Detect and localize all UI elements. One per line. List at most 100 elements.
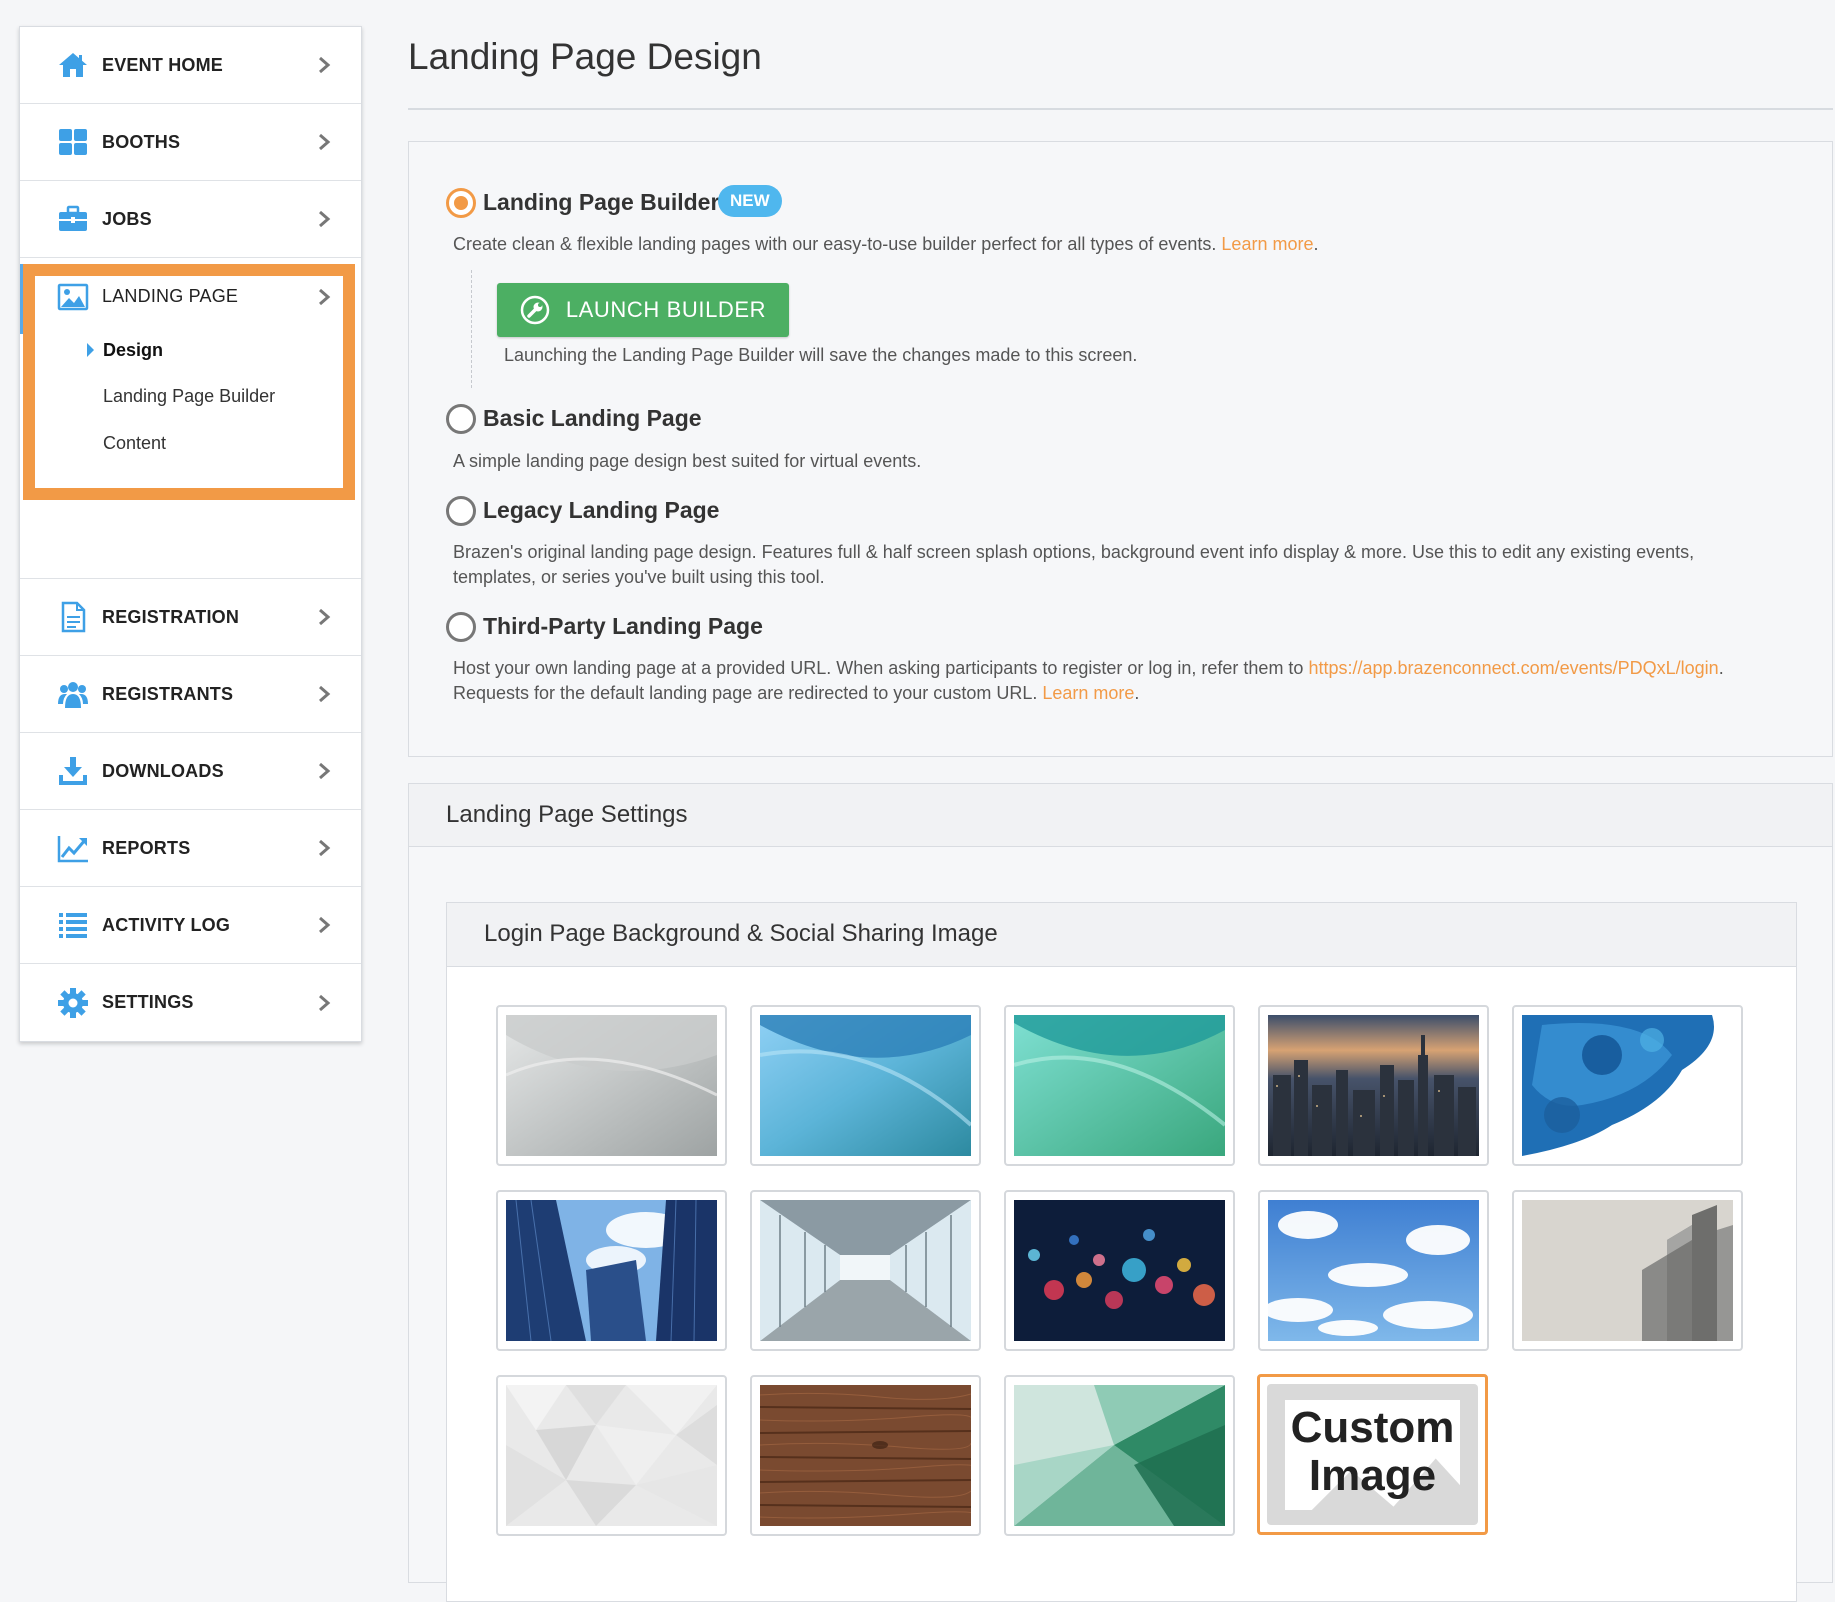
sidebar-item-registration[interactable]: REGISTRATION (20, 579, 361, 656)
sidebar-group-landing-page: LANDING PAGE Design Landing Page Builder… (20, 258, 361, 579)
sidebar-item-reports[interactable]: REPORTS (20, 810, 361, 887)
landing-type-options-panel: Landing Page Builder NEW Create clean & … (408, 141, 1833, 757)
sidebar-item-label: REGISTRATION (102, 606, 240, 627)
background-option-blue-swoosh[interactable] (750, 1005, 981, 1166)
custom-label-line: Custom (1290, 1403, 1455, 1452)
chevron-right-icon (319, 916, 331, 934)
sidebar-item-settings[interactable]: SETTINGS (20, 964, 361, 1041)
background-image-title: Login Page Background & Social Sharing I… (484, 920, 998, 947)
document-icon (56, 600, 90, 634)
sidebar-item-registrants[interactable]: REGISTRANTS (20, 656, 361, 733)
desc-line: templates, or series you've built using … (453, 567, 825, 587)
launch-note: Launching the Landing Page Builder will … (504, 345, 1138, 365)
background-image-panel: Login Page Background & Social Sharing I… (446, 902, 1797, 1602)
background-preview (506, 1385, 717, 1526)
highlight-box (23, 264, 355, 500)
sidebar-item-label: SETTINGS (102, 992, 194, 1012)
new-badge: NEW (718, 185, 782, 217)
custom-image-card: Custom Image (1285, 1400, 1460, 1510)
chart-icon (56, 831, 90, 865)
sidebar-item-label: EVENT HOME (102, 54, 224, 75)
chevron-right-icon (319, 133, 331, 151)
option-desc-basic: A simple landing page design best suited… (453, 451, 922, 471)
background-option-custom-image[interactable]: Custom Image (1257, 1374, 1488, 1535)
download-icon (56, 754, 90, 788)
users-icon (56, 677, 90, 711)
option-title-legacy: Legacy Landing Page (483, 497, 720, 523)
sidebar-item-label: JOBS (102, 208, 152, 229)
background-option-gray-architecture[interactable] (1512, 1190, 1743, 1351)
radio-basic-landing-page[interactable] (446, 404, 476, 434)
background-preview (1014, 1015, 1225, 1156)
desc-punct: . (1134, 683, 1140, 703)
launch-builder-button[interactable]: LAUNCH BUILDER (497, 283, 789, 337)
home-icon (56, 48, 90, 82)
option-desc-builder: Create clean & flexible landing pages wi… (453, 232, 1319, 257)
background-preview (1522, 1015, 1733, 1156)
divider (408, 108, 1833, 110)
background-option-glass-corridor[interactable] (750, 1190, 981, 1351)
desc-text: Host your own landing page at a provided… (453, 658, 1309, 678)
list-icon (56, 908, 90, 942)
background-option-city-skyline[interactable] (1258, 1005, 1489, 1166)
launch-builder-label: LAUNCH BUILDER (565, 297, 767, 322)
learn-more-link[interactable]: Learn more (1221, 234, 1313, 254)
custom-image-placeholder: Custom Image (1267, 1384, 1478, 1525)
indent-guide (471, 270, 472, 388)
desc-text: Requests for the default landing page ar… (453, 683, 1043, 703)
background-image-header: Login Page Background & Social Sharing I… (447, 903, 1796, 967)
background-preview (760, 1015, 971, 1156)
background-preview (506, 1200, 717, 1341)
radio-third-party-landing-page[interactable] (446, 612, 476, 642)
background-preview (760, 1385, 971, 1526)
sidebar-item-activity-log[interactable]: ACTIVITY LOG (20, 887, 361, 964)
event-login-url-link[interactable]: https://app.brazenconnect.com/events/PDQ… (1308, 658, 1718, 678)
background-option-white-polygon[interactable] (496, 1375, 727, 1536)
sidebar-item-jobs[interactable]: JOBS (20, 181, 361, 258)
sidebar-item-label: BOOTHS (102, 131, 181, 152)
wrench-icon (520, 295, 550, 325)
settings-title: Landing Page Settings (446, 801, 688, 828)
radio-legacy-landing-page[interactable] (446, 496, 476, 526)
chevron-right-icon (319, 210, 331, 228)
gear-icon (56, 986, 90, 1020)
desc-line: Brazen's original landing page design. F… (453, 542, 1695, 562)
background-preview (760, 1200, 971, 1341)
settings-header: Landing Page Settings (409, 784, 1832, 847)
desc-text: Create clean & flexible landing pages wi… (453, 234, 1222, 254)
background-option-green-geometric[interactable] (1004, 1375, 1235, 1536)
sidebar-item-booths[interactable]: BOOTHS (20, 104, 361, 181)
learn-more-link[interactable]: Learn more (1042, 683, 1134, 703)
custom-label-line: Image (1308, 1451, 1437, 1500)
page-title: Landing Page Design (408, 36, 762, 77)
radio-landing-page-builder[interactable] (446, 188, 476, 218)
background-preview (1014, 1200, 1225, 1341)
landing-page-settings-panel: Landing Page Settings Login Page Backgro… (408, 783, 1833, 1602)
background-option-blue-watercolor[interactable] (1512, 1005, 1743, 1166)
grid-icon (56, 125, 90, 159)
chevron-right-icon (319, 56, 331, 74)
background-option-teal-swoosh[interactable] (1004, 1005, 1235, 1166)
chevron-right-icon (319, 994, 331, 1011)
option-title-builder: Landing Page Builder (483, 189, 720, 215)
background-preview (1014, 1385, 1225, 1526)
sidebar-item-downloads[interactable]: DOWNLOADS (20, 733, 361, 810)
chevron-right-icon (319, 839, 331, 857)
background-preview (1522, 1200, 1733, 1341)
briefcase-icon (56, 202, 90, 236)
option-desc-third-party: Host your own landing page at a provided… (453, 656, 1724, 706)
sidebar-item-label: DOWNLOADS (102, 760, 224, 781)
background-preview (1268, 1200, 1479, 1341)
background-option-wood[interactable] (750, 1375, 981, 1536)
background-option-bokeh-lights[interactable] (1004, 1190, 1235, 1351)
sidebar-item-label: ACTIVITY LOG (102, 914, 231, 935)
background-preview (506, 1015, 717, 1156)
background-option-gray-swoosh[interactable] (496, 1005, 727, 1166)
sidebar-nav: EVENT HOME BOOTHS JOBS LANDING PAGE Desi… (19, 26, 362, 1042)
background-preview (1268, 1015, 1479, 1156)
background-option-glass-towers[interactable] (496, 1190, 727, 1351)
chevron-right-icon (319, 608, 331, 626)
option-title-third-party: Third-Party Landing Page (483, 613, 763, 639)
sidebar-item-event-home[interactable]: EVENT HOME (20, 27, 361, 104)
background-option-sky-clouds[interactable] (1258, 1190, 1489, 1351)
